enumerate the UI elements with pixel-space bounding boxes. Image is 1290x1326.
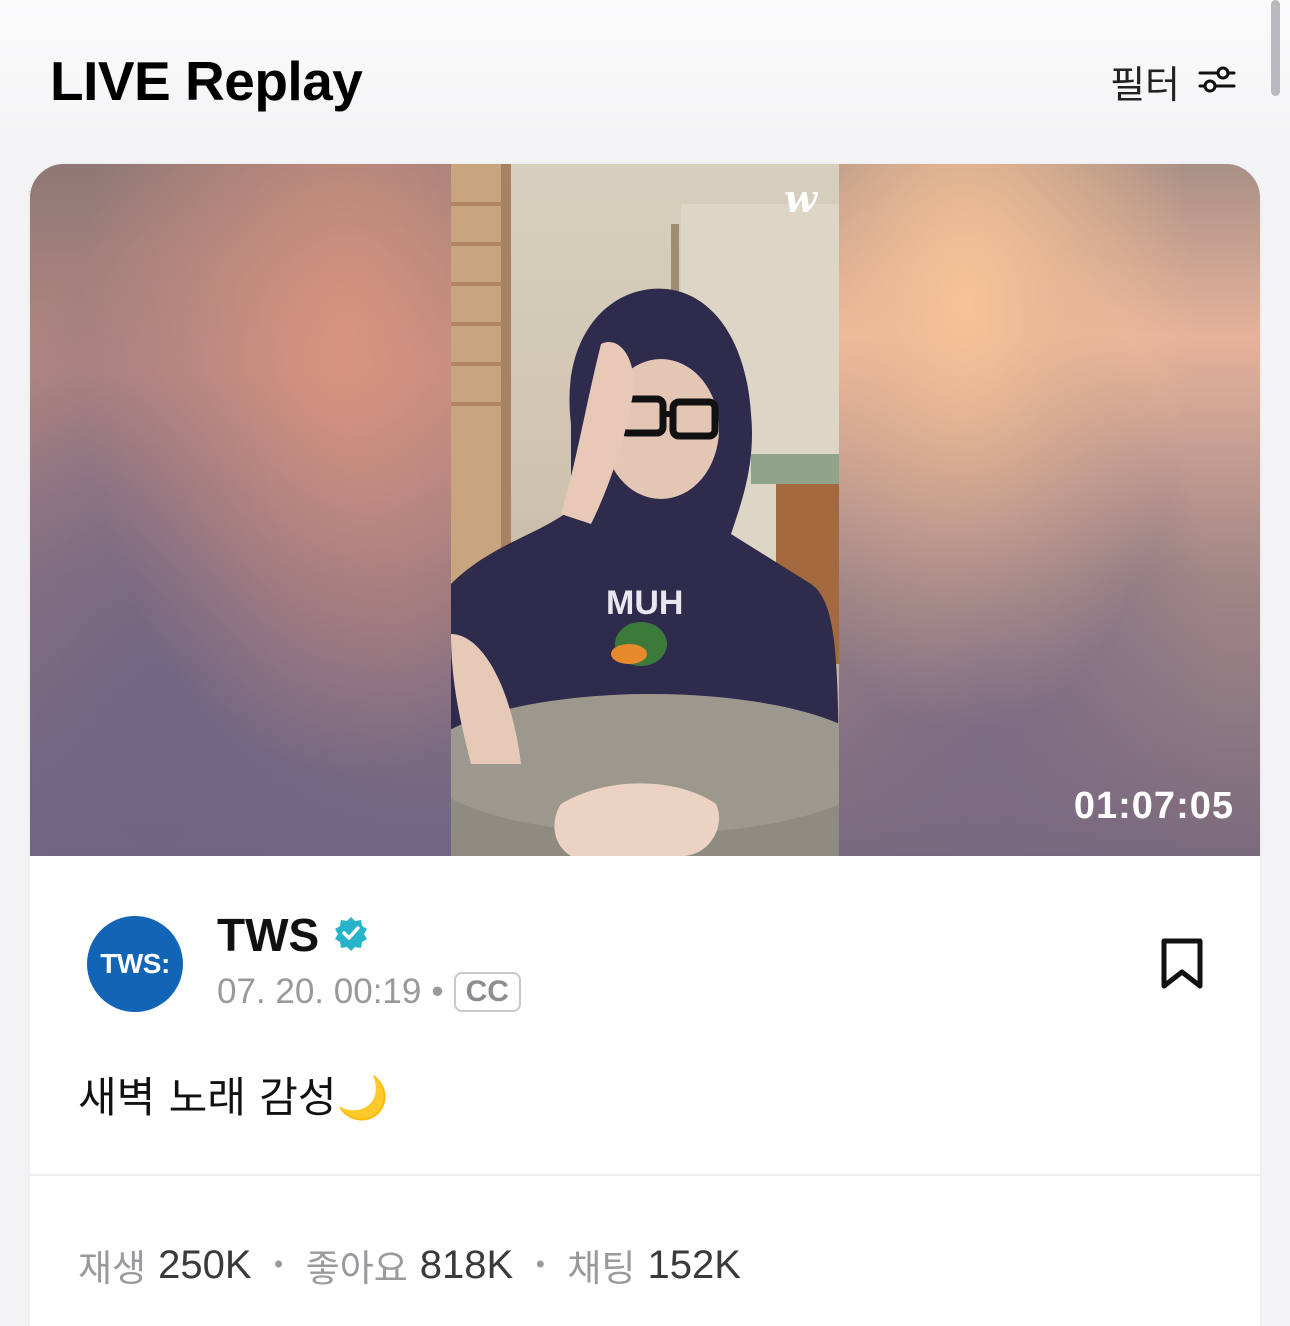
blurred-background-left [30, 164, 451, 856]
filter-button[interactable]: 필터 [1110, 54, 1236, 109]
sliders-icon [1198, 64, 1236, 99]
live-replay-page: LIVE Replay 필터 MUH w 01:07:05 TWS: TWS 0… [0, 0, 1290, 1326]
svg-text:MUH: MUH [606, 584, 683, 622]
header: LIVE Replay 필터 [50, 46, 1236, 116]
chats-label: 채팅 [567, 1247, 636, 1290]
post-meta: 07. 20. 00:19 • CC [217, 972, 521, 1012]
stats-separator: • [271, 1251, 286, 1279]
bookmark-button[interactable] [1159, 938, 1205, 995]
bookmark-icon [1159, 938, 1205, 994]
page-title: LIVE Replay [50, 50, 363, 112]
video-still-illustration: MUH [451, 164, 839, 856]
likes-label: 좋아요 [305, 1247, 408, 1290]
video-stats: 재생 250K • 좋아요 818K • 채팅 152K [78, 1238, 741, 1292]
stats-separator: • [533, 1251, 548, 1279]
filter-label: 필터 [1110, 62, 1180, 107]
live-replay-card[interactable]: MUH w 01:07:05 TWS: TWS 07. 20. 00:19 • … [30, 164, 1260, 1326]
avatar-text: TWS: [100, 948, 170, 979]
video-frame: MUH w [451, 164, 839, 856]
channel-name-row: TWS [217, 908, 369, 962]
video-title[interactable]: 새벽 노래 감성🌙 [78, 1064, 389, 1125]
video-duration: 01:07:05 [1073, 785, 1234, 827]
meta-separator: • [431, 972, 444, 1011]
channel-avatar[interactable]: TWS: [87, 916, 183, 1012]
plays-label: 재생 [78, 1247, 147, 1290]
scrollbar[interactable] [1271, 0, 1280, 96]
cc-badge: CC [453, 972, 521, 1012]
chats-value: 152K [647, 1242, 741, 1287]
plays-value: 250K [158, 1242, 252, 1287]
post-date: 07. 20. 00:19 [217, 972, 422, 1011]
likes-value: 818K [419, 1242, 514, 1287]
video-thumbnail[interactable]: MUH w 01:07:05 [30, 164, 1260, 856]
channel-name[interactable]: TWS [217, 908, 319, 962]
weverse-watermark-icon: w [784, 176, 817, 221]
verified-badge-icon [333, 915, 369, 956]
card-divider [30, 1174, 1260, 1176]
blurred-background-right [839, 164, 1260, 856]
video-info: TWS: TWS 07. 20. 00:19 • CC 새벽 노래 감성🌙 [30, 856, 1260, 1176]
